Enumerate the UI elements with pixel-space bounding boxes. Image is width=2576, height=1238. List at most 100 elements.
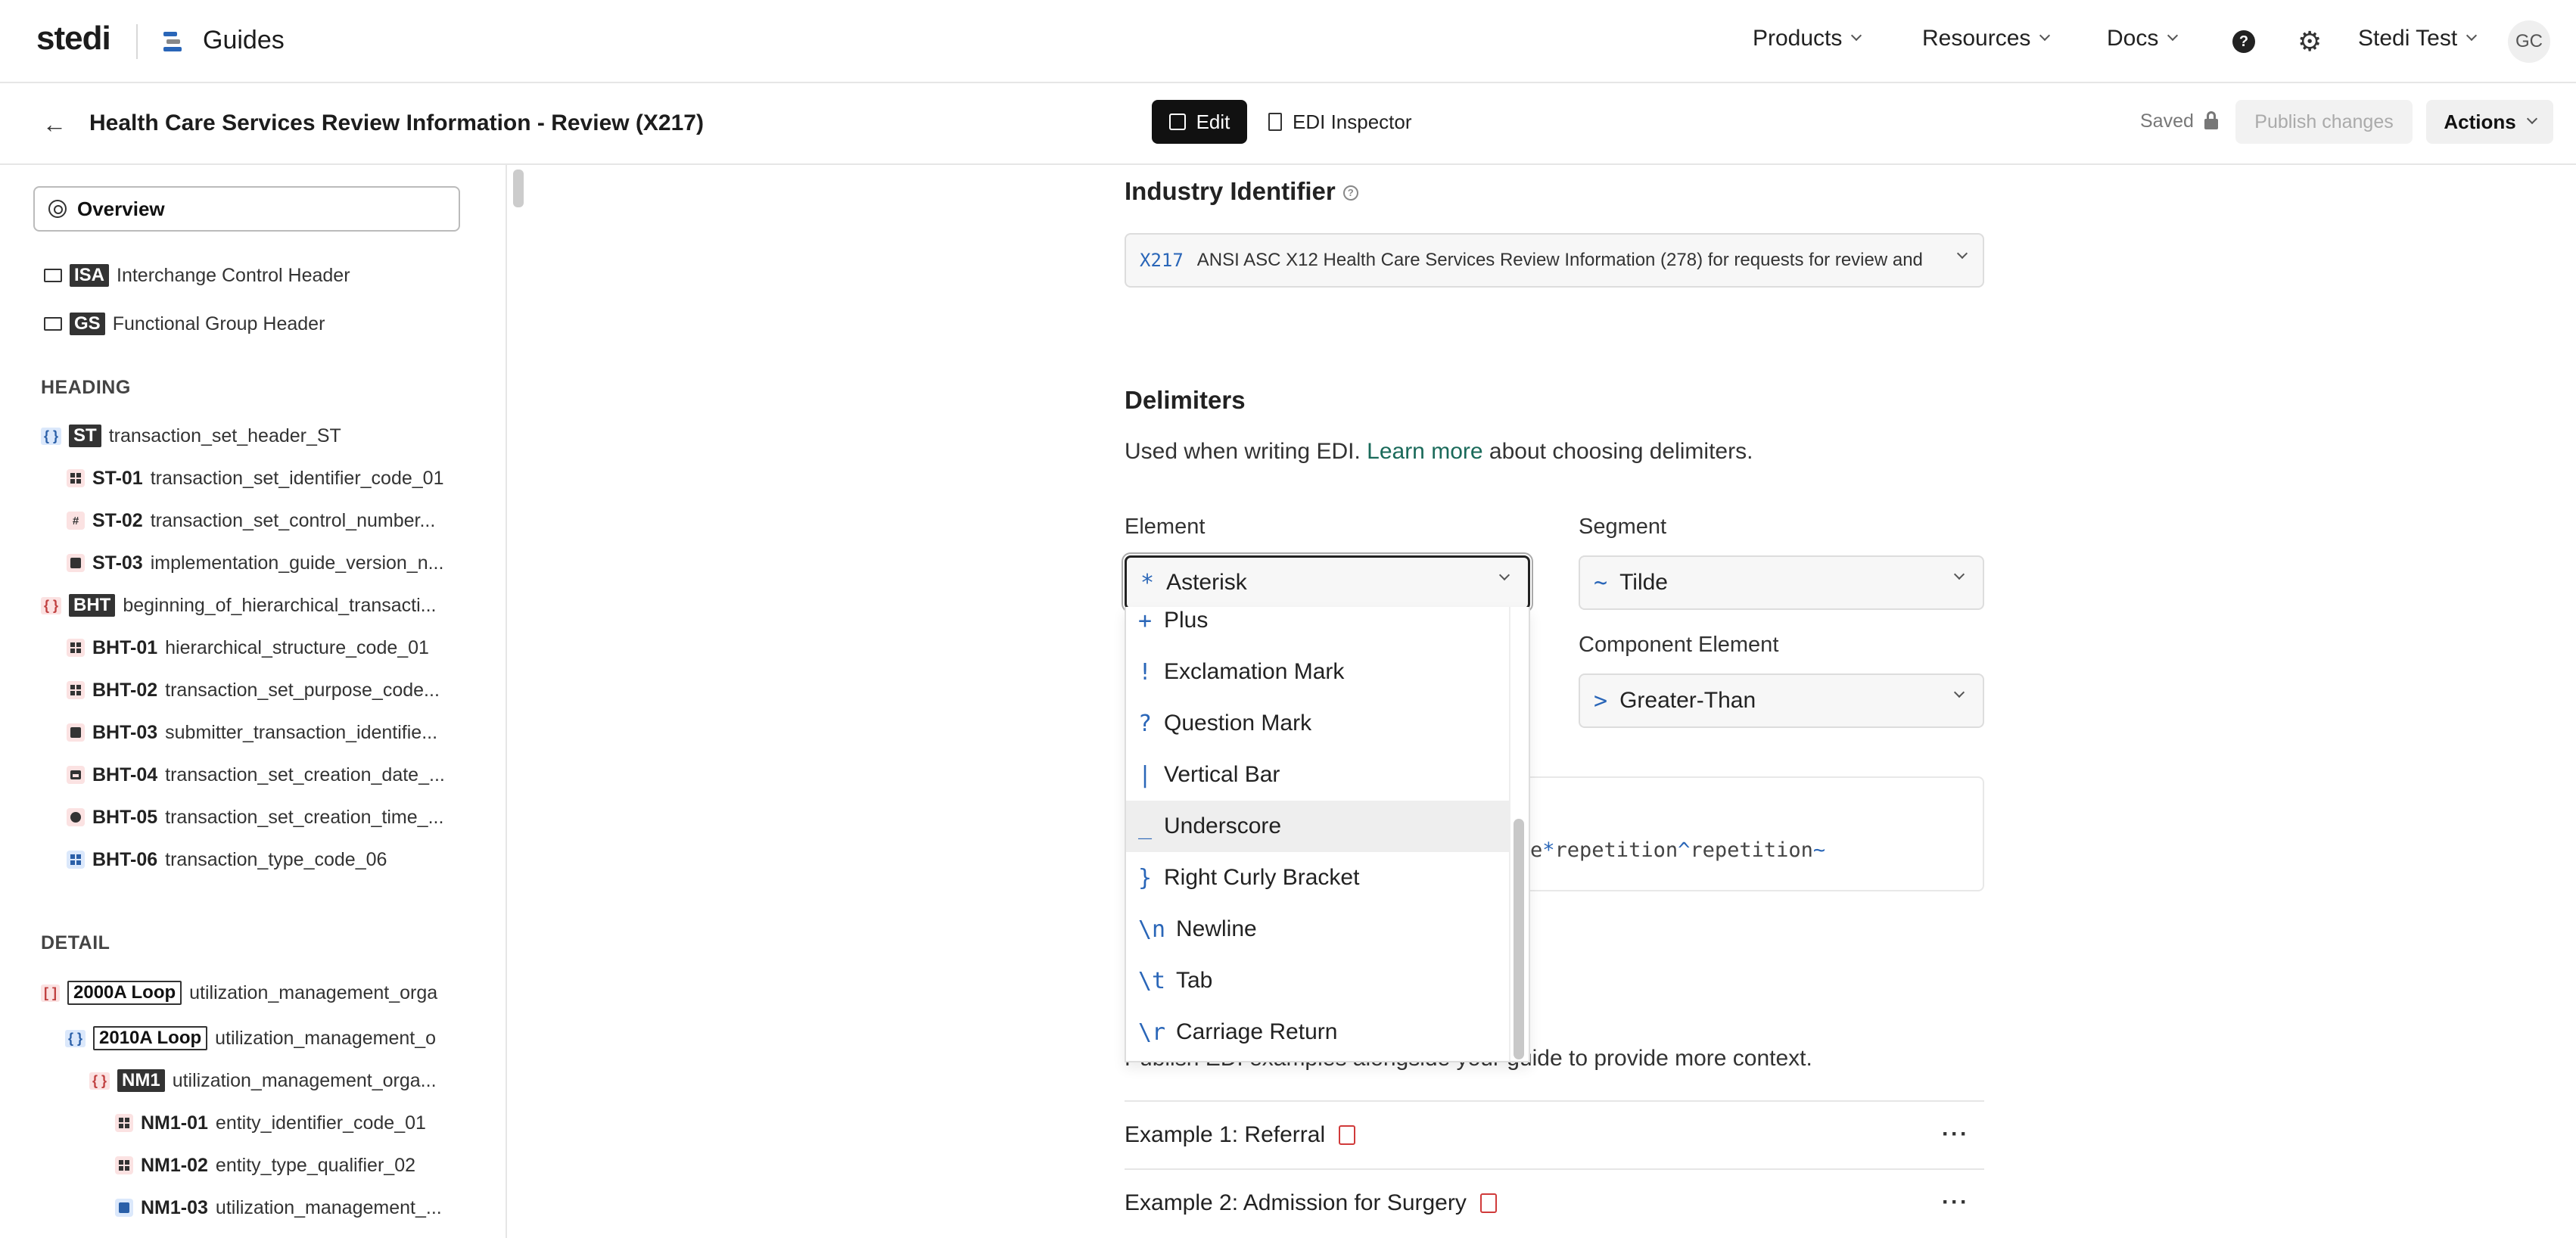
sidebar-item-bht04[interactable]: BHT-04 transaction_set_creation_date_...	[67, 760, 445, 790]
sidebar-item-gs[interactable]: GS Functional Group Header	[44, 309, 325, 339]
dropdown-option[interactable]: + Plus	[1126, 607, 1509, 646]
detail-section-title: DETAIL	[41, 932, 110, 953]
example-row[interactable]: Example 2: Admission for Surgery ···	[1125, 1168, 1984, 1236]
dropdown-option[interactable]: | Vertical Bar	[1126, 749, 1509, 801]
element-code: ST-02	[92, 509, 143, 531]
sidebar-item-isa[interactable]: ISA Interchange Control Header	[44, 260, 350, 291]
segment-label: Segment	[1579, 515, 1667, 539]
element-code: BHT-01	[92, 636, 158, 658]
sidebar-item-bht02[interactable]: BHT-02 transaction_set_purpose_code...	[67, 675, 440, 705]
code-list-icon	[67, 469, 85, 487]
dropdown-option[interactable]: \t Tab	[1126, 955, 1509, 1006]
back-arrow-icon[interactable]: ←	[42, 110, 67, 138]
nav-products-label: Products	[1753, 26, 1843, 51]
dropdown-option-highlighted[interactable]: _ Underscore	[1126, 801, 1509, 852]
learn-more-link[interactable]: Learn more	[1367, 439, 1482, 464]
element-label: transaction_set_control_number...	[150, 509, 436, 531]
nav-resources-label: Resources	[1922, 26, 2031, 51]
segment-code: NM1	[117, 1069, 165, 1092]
element-label: transaction_type_code_06	[165, 848, 387, 870]
element-code: BHT-02	[92, 679, 158, 701]
sidebar-item-st03[interactable]: ST-03 implementation_guide_version_n...	[67, 548, 443, 578]
sidebar-item-bht05[interactable]: BHT-05 transaction_set_creation_time_...	[67, 802, 443, 832]
option-label: Carriage Return	[1176, 1019, 1338, 1044]
code-list-icon	[67, 681, 85, 699]
component-symbol: >	[1594, 687, 1608, 714]
sidebar-item-nm1[interactable]: { } NM1 utilization_management_orga...	[89, 1065, 437, 1096]
edit-button[interactable]: Edit	[1152, 100, 1247, 144]
info-icon[interactable]: ?	[1342, 185, 1358, 201]
preview-part: repetition	[1554, 838, 1678, 862]
element-delimiter-select[interactable]: * Asterisk	[1125, 555, 1530, 610]
sidebar-item-bht06[interactable]: BHT-06 transaction_type_code_06	[67, 845, 387, 875]
more-options-icon[interactable]: ···	[1942, 1190, 1969, 1215]
overview-icon	[48, 200, 67, 218]
option-symbol: \t	[1138, 967, 1166, 994]
dropdown-option[interactable]: \r Carriage Return	[1126, 1006, 1509, 1058]
element-delimiter-dropdown: + Plus ! Exclamation Mark ? Question Mar…	[1125, 607, 1530, 1062]
option-label: Question Mark	[1164, 711, 1312, 736]
edi-inspector-button[interactable]: EDI Inspector	[1268, 100, 1412, 144]
element-code: BHT-03	[92, 721, 158, 743]
sidebar-item-st02[interactable]: # ST-02 transaction_set_control_number..…	[67, 505, 435, 536]
delimiter-preview-text: e*repetition^repetition~	[1530, 838, 1825, 862]
segment-symbol: ~	[1594, 569, 1608, 596]
publish-changes-button[interactable]: Publish changes	[2235, 100, 2413, 144]
segment-delimiter-select[interactable]: ~ Tilde	[1579, 555, 1984, 610]
saved-label: Saved	[2140, 110, 2194, 132]
overview-button[interactable]: Overview	[33, 186, 460, 232]
sidebar-item-label: Interchange Control Header	[117, 264, 350, 286]
chevron-down-icon	[1851, 30, 1862, 42]
nav-resources[interactable]: Resources	[1922, 26, 2051, 51]
help-icon[interactable]: ?	[2232, 30, 2255, 53]
sidebar-scrollbar[interactable]	[513, 170, 524, 207]
sidebar-item-label: utilization_management_orga	[189, 981, 438, 1003]
dropdown-option[interactable]: ! Exclamation Mark	[1126, 646, 1509, 698]
chevron-down-icon	[1956, 247, 1968, 260]
nav-docs[interactable]: Docs	[2107, 26, 2179, 51]
dropdown-scrollbar-thumb[interactable]	[1514, 819, 1524, 1059]
gear-icon[interactable]: ⚙	[2298, 28, 2322, 55]
sidebar-item-loop-2010a[interactable]: { } 2010A Loop utilization_management_o	[65, 1023, 436, 1053]
example-row[interactable]: Example 1: Referral ···	[1125, 1100, 1984, 1168]
nav-products[interactable]: Products	[1753, 26, 1862, 51]
option-symbol: \r	[1138, 1019, 1166, 1046]
avatar[interactable]: GC	[2508, 20, 2550, 63]
calendar-icon	[67, 766, 85, 784]
more-options-icon[interactable]: ···	[1942, 1121, 1969, 1147]
dropdown-option[interactable]: \n Newline	[1126, 904, 1509, 955]
option-symbol: \n	[1138, 916, 1166, 943]
code-list-icon	[115, 1114, 133, 1132]
sidebar-item-st01[interactable]: ST-01 transaction_set_identifier_code_01	[67, 463, 443, 493]
app-title[interactable]: Guides	[203, 26, 285, 55]
user-menu[interactable]: Stedi Test	[2358, 26, 2478, 51]
logo-divider	[136, 24, 138, 59]
stedi-logo[interactable]: stedi	[36, 20, 111, 58]
segment-braces-icon: { }	[41, 596, 62, 614]
actions-button[interactable]: Actions	[2426, 100, 2553, 144]
sidebar-item-label: Functional Group Header	[112, 313, 325, 334]
element-code: NM1-02	[141, 1154, 208, 1176]
sidebar-item-nm101[interactable]: NM1-01 entity_identifier_code_01	[115, 1108, 426, 1138]
guide-toolbar: ← Health Care Services Review Informatio…	[0, 83, 2576, 165]
element-label: transaction_set_creation_time_...	[165, 806, 444, 828]
element-label: entity_type_qualifier_02	[215, 1154, 415, 1176]
lock-icon	[2204, 110, 2218, 129]
component-element-select[interactable]: > Greater-Than	[1579, 673, 1984, 728]
sidebar-item-bht[interactable]: { } BHT beginning_of_hierarchical_transa…	[41, 590, 437, 621]
dropdown-option[interactable]: ? Question Mark	[1126, 698, 1509, 749]
sidebar-item-loop-2000a[interactable]: [ ] 2000A Loop utilization_management_or…	[41, 978, 437, 1008]
nav-docs-label: Docs	[2107, 26, 2159, 51]
element-code: NM1-01	[141, 1112, 208, 1134]
sidebar-item-nm103[interactable]: NM1-03 utilization_management_...	[115, 1193, 442, 1223]
delimiters-description: Used when writing EDI. Learn more about …	[1125, 439, 1753, 465]
option-symbol: ?	[1138, 710, 1153, 737]
industry-identifier-select[interactable]: X217 ANSI ASC X12 Health Care Services R…	[1125, 233, 1984, 288]
sidebar-item-bht01[interactable]: BHT-01 hierarchical_structure_code_01	[67, 633, 429, 663]
sidebar-item-bht03[interactable]: BHT-03 submitter_transaction_identifie..…	[67, 717, 437, 748]
sidebar-item-nm102[interactable]: NM1-02 entity_type_qualifier_02	[115, 1150, 415, 1180]
sidebar-item-st[interactable]: { } ST transaction_set_header_ST	[41, 421, 341, 451]
chevron-down-icon	[1953, 568, 1965, 580]
option-symbol: +	[1138, 607, 1153, 634]
dropdown-option[interactable]: } Right Curly Bracket	[1126, 852, 1509, 904]
